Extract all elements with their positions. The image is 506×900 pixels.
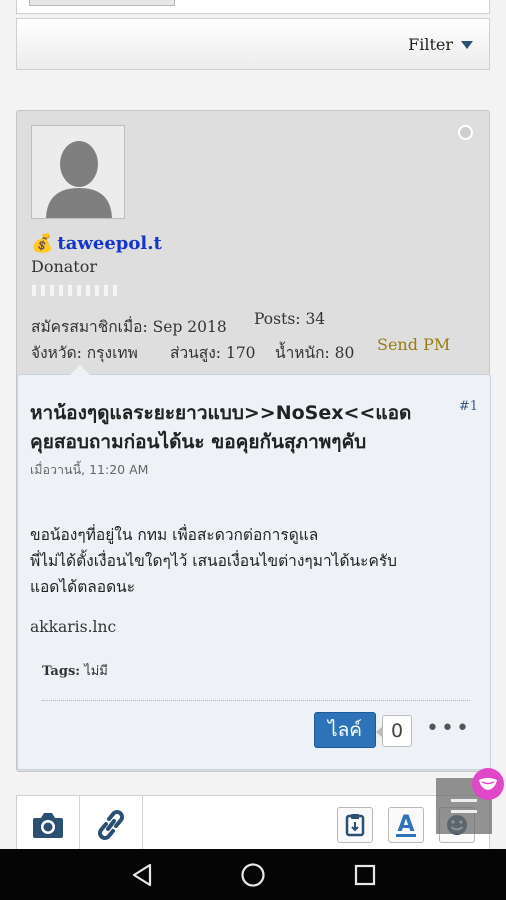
post-body-line: พี่ไม่ได้ตั้งเงื่อนไขใดๆไว้ เสนอเงื่อนไข… <box>30 552 397 570</box>
divider <box>42 700 470 701</box>
posts-value: 34 <box>305 310 326 328</box>
post-card: 💰 taweepol.t Donator สมัครสมาชิกเมื่อ: S… <box>16 110 491 772</box>
height-value: 170 <box>225 344 256 362</box>
joined-info: สมัครสมาชิกเมื่อ: Sep 2018 <box>31 314 227 339</box>
post-number-link[interactable]: #1 <box>459 399 478 414</box>
posts-label: Posts: <box>254 310 301 328</box>
svg-text:A: A <box>397 812 414 837</box>
filter-label: Filter <box>408 35 453 54</box>
joined-label: สมัครสมาชิกเมื่อ: <box>31 318 148 336</box>
height-info: ส่วนสูง: 170 <box>170 340 256 365</box>
rank-bar <box>31 284 118 297</box>
avatar[interactable] <box>31 125 125 219</box>
top-strip <box>16 0 490 14</box>
clipboard-icon[interactable] <box>337 807 373 843</box>
like-button[interactable]: ไลค์ <box>314 712 376 748</box>
post-title-line: คุยสอบถามก่อนได้นะ ขอคุยกันสุภาพๆคับ <box>30 431 367 453</box>
toolbar-separator <box>142 796 143 854</box>
filter-button[interactable]: Filter <box>408 35 473 54</box>
height-label: ส่วนสูง: <box>170 344 222 362</box>
home-icon[interactable] <box>239 861 267 889</box>
chevron-down-icon <box>461 40 473 49</box>
online-status-icon <box>458 125 473 140</box>
camera-icon[interactable] <box>31 808 65 842</box>
tags-row: Tags: ไม่มี <box>42 660 108 681</box>
post-body-line: ขอน้องๆที่อยู่ใน กทม เพื่อสะดวกต่อการดูแ… <box>30 526 319 544</box>
post-title-line: หาน้องๆดูแลระยะยาวแบบ>>NoSex<<แอด <box>30 402 412 424</box>
like-count: 0 <box>376 715 412 747</box>
weight-info: น้ำหนัก: 80 <box>275 340 354 365</box>
editor-toolbar: A <box>16 795 490 854</box>
message-box: #1 หาน้องๆดูแลระยะยาวแบบ>>NoSex<<แอด คุย… <box>17 365 491 770</box>
text-format-icon[interactable]: A <box>388 807 424 843</box>
emoji-bubble-icon[interactable] <box>472 768 504 800</box>
filter-bar: Filter <box>16 18 490 70</box>
default-avatar-icon <box>32 126 124 218</box>
toolbar-separator <box>79 796 80 854</box>
android-nav-bar <box>0 849 506 900</box>
province-label: จังหวัด: <box>31 344 82 362</box>
send-pm-link[interactable]: Send PM <box>377 335 450 354</box>
post-date-link[interactable]: เมื่อวานนี้, 11:20 AM <box>30 460 148 480</box>
post-body-line: แอดได้ตลอดนะ <box>30 578 136 596</box>
weight-value: 80 <box>334 344 355 362</box>
username-link[interactable]: taweepol.t <box>57 233 161 254</box>
money-bag-icon: 💰 <box>31 232 54 254</box>
province-info: จังหวัด: กรุงเทพ <box>31 340 138 365</box>
menu-icon <box>451 799 477 813</box>
top-button-remnant[interactable] <box>29 0 175 6</box>
more-options-button[interactable]: ••• <box>426 716 471 741</box>
weight-label: น้ำหนัก: <box>275 344 330 362</box>
province-value: กรุงเทพ <box>86 344 138 362</box>
recents-icon[interactable] <box>351 861 379 889</box>
joined-value: Sep 2018 <box>152 318 227 336</box>
tags-label: Tags: <box>42 664 81 679</box>
back-icon[interactable] <box>128 861 156 889</box>
username-row: 💰 taweepol.t <box>31 233 162 254</box>
message-pointer <box>70 365 90 375</box>
signature: akkaris.lnc <box>30 618 117 636</box>
post-title: หาน้องๆดูแลระยะยาวแบบ>>NoSex<<แอด คุยสอบ… <box>30 399 450 457</box>
post-body: ขอน้องๆที่อยู่ใน กทม เพื่อสะดวกต่อการดูแ… <box>30 522 470 600</box>
posts-info: Posts: 34 <box>254 310 325 328</box>
link-icon[interactable] <box>93 808 129 842</box>
tags-value: ไม่มี <box>84 664 108 679</box>
user-title: Donator <box>31 257 98 276</box>
